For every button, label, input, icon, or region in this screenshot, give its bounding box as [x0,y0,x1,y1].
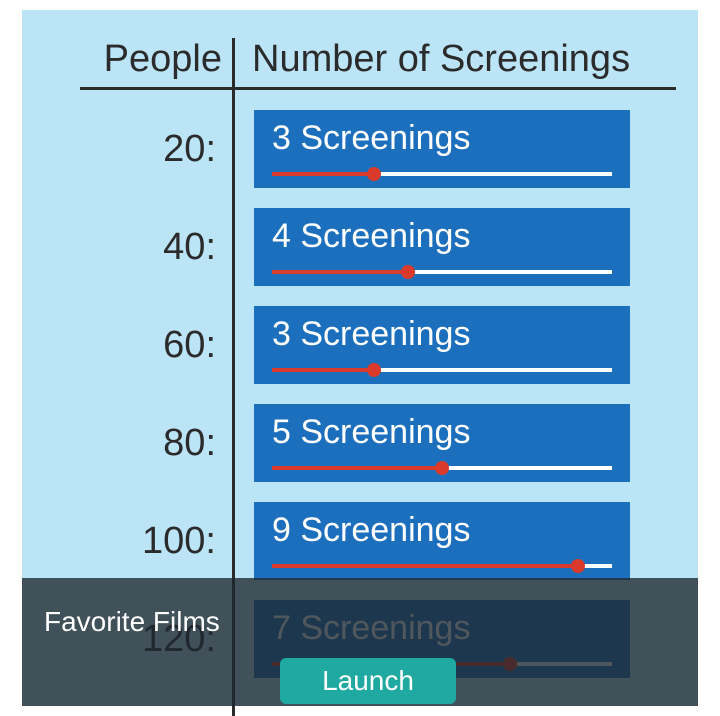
slider-track [272,368,612,372]
slider-fill [272,466,442,470]
launch-overlay: Favorite Films Launch [22,578,698,706]
table-row: 40: 4 Screenings [80,198,676,296]
screenings-value: 5 Screenings [272,412,612,452]
slider-fill [272,564,578,568]
slider-track [272,270,612,274]
slider-fill [272,368,374,372]
table-row: 20: 3 Screenings [80,100,676,198]
table-row: 80: 5 Screenings [80,394,676,492]
screenings-value: 9 Screenings [272,510,612,550]
slider-thumb[interactable] [401,265,415,279]
screenings-slider[interactable]: 4 Screenings [254,208,630,286]
slider-thumb[interactable] [435,461,449,475]
header-people: People [80,38,232,81]
screenings-slider[interactable]: 9 Screenings [254,502,630,580]
slider-fill [272,270,408,274]
screenings-slider[interactable]: 5 Screenings [254,404,630,482]
people-label: 100: [80,520,232,563]
screenings-slider[interactable]: 3 Screenings [254,110,630,188]
header-screenings: Number of Screenings [232,38,676,81]
overlay-title: Favorite Films [44,606,220,638]
slider-track [272,564,612,568]
slider-thumb[interactable] [571,559,585,573]
slider-fill [272,172,374,176]
screenings-value: 3 Screenings [272,118,612,158]
slider-track [272,466,612,470]
table-row: 60: 3 Screenings [80,296,676,394]
screenings-slider[interactable]: 3 Screenings [254,306,630,384]
people-label: 60: [80,324,232,367]
people-label: 80: [80,422,232,465]
launch-button[interactable]: Launch [280,658,456,704]
people-label: 20: [80,128,232,171]
screenings-value: 3 Screenings [272,314,612,354]
screenings-value: 4 Screenings [272,216,612,256]
slider-thumb[interactable] [367,363,381,377]
people-label: 40: [80,226,232,269]
table-row: 100: 9 Screenings [80,492,676,590]
slider-track [272,172,612,176]
slider-thumb[interactable] [367,167,381,181]
table-header-row: People Number of Screenings [80,38,676,81]
